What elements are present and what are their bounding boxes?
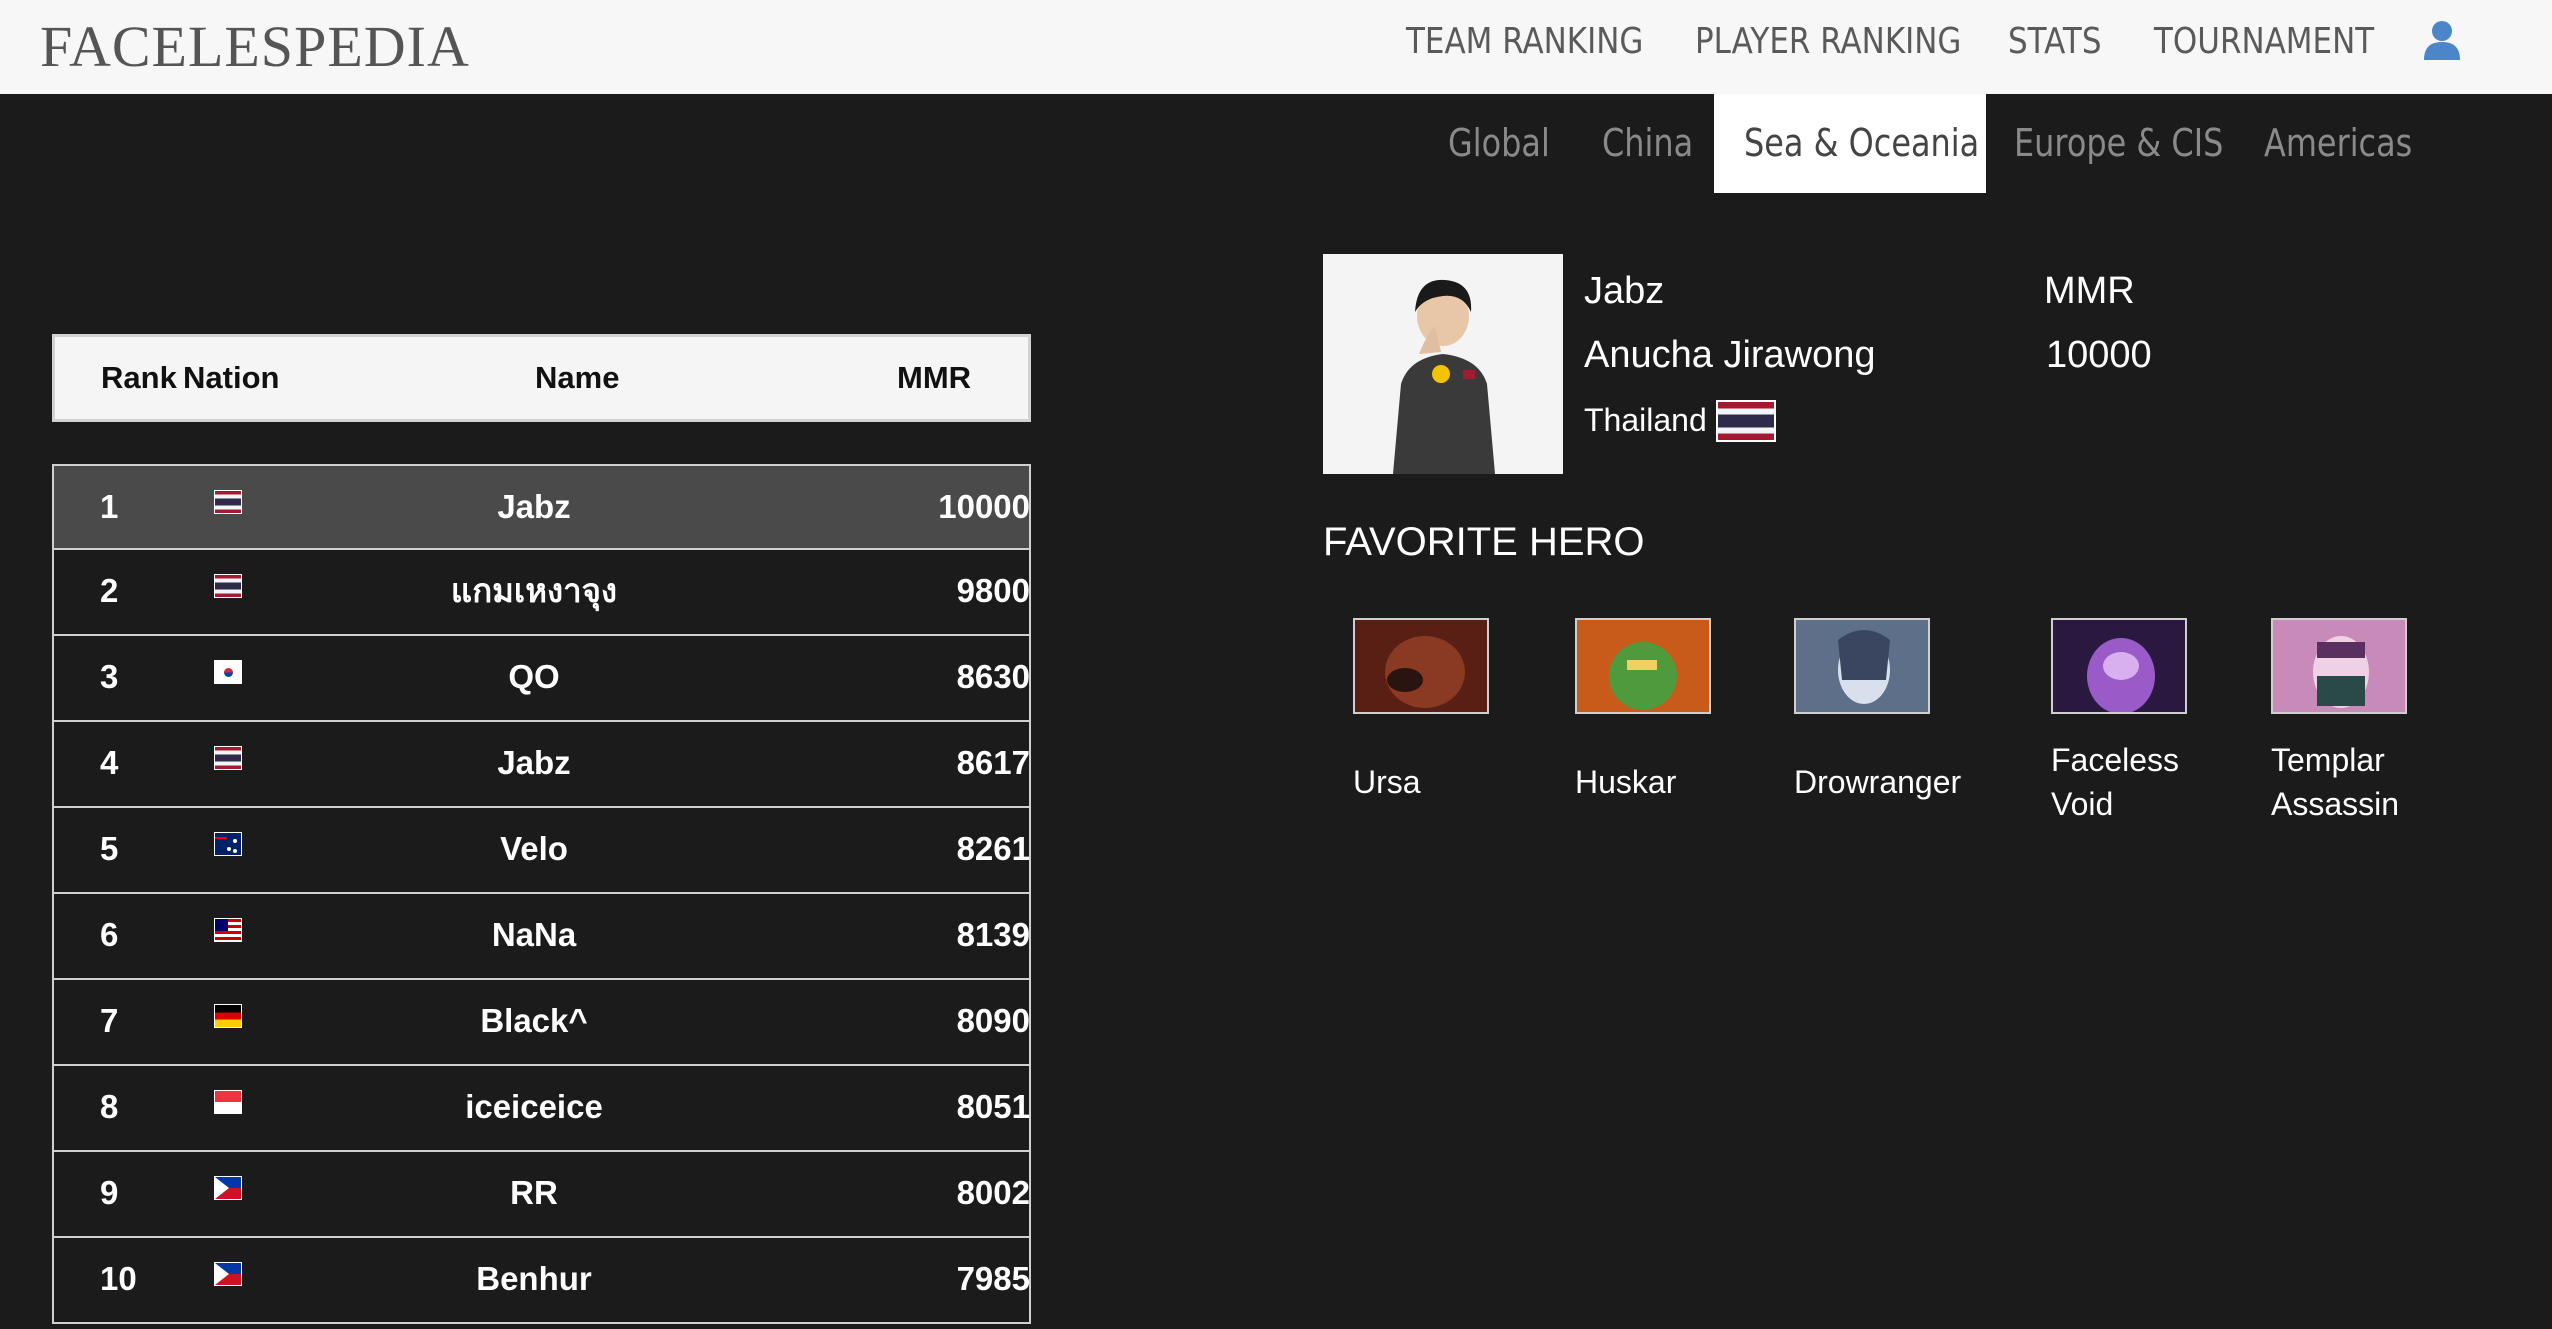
table-row[interactable]: 2 แกมเหงาจุง 9800 — [52, 550, 1031, 636]
rank-cell: 6 — [100, 916, 119, 953]
flag-icon — [214, 746, 242, 770]
flag-icon — [214, 490, 242, 514]
nation-cell — [214, 1262, 242, 1286]
hero-ursa-portrait[interactable] — [1353, 618, 1489, 714]
nation-cell — [214, 660, 242, 684]
player-name-cell[interactable]: iceiceice — [354, 1066, 714, 1148]
table-row[interactable]: 5 Velo 8261 — [52, 808, 1031, 894]
flag-icon — [214, 1176, 242, 1200]
rank-cell: 7 — [100, 1002, 119, 1039]
table-row[interactable]: 7 Black^ 8090 — [52, 980, 1031, 1066]
table-row[interactable]: 1 Jabz 10000 — [52, 464, 1031, 550]
player-name-cell[interactable]: NaNa — [354, 894, 714, 976]
player-name-cell[interactable]: Black^ — [354, 980, 714, 1062]
nav-tournament[interactable]: TOURNAMENT — [2154, 18, 2374, 66]
table-row[interactable]: 6 NaNa 8139 — [52, 894, 1031, 980]
site-logo[interactable]: FACELESPEDIA — [40, 12, 470, 82]
flag-icon — [214, 660, 242, 684]
header-nation[interactable]: Nation — [183, 337, 279, 419]
top-navbar: FACELESPEDIA TEAM RANKING PLAYER RANKING… — [0, 0, 2552, 94]
rank-cell: 8 — [100, 1088, 119, 1125]
table-row[interactable]: 9 RR 8002 — [52, 1152, 1031, 1238]
player-name-cell[interactable]: Benhur — [354, 1238, 714, 1320]
hero-name-faceless-void: Faceless Void — [2051, 742, 2180, 822]
hero-huskar-portrait[interactable] — [1575, 618, 1711, 714]
mmr-cell: 8139 — [956, 916, 1030, 953]
header-mmr[interactable]: MMR — [897, 337, 971, 419]
tab-americas[interactable]: Americas — [2248, 94, 2457, 193]
nation-cell — [214, 1090, 242, 1114]
table-row[interactable]: 10 Benhur 7985 — [52, 1238, 1031, 1324]
rank-cell: 4 — [100, 744, 119, 781]
rank-cell: 3 — [100, 658, 119, 695]
flag-icon — [214, 918, 242, 942]
rank-cell: 9 — [100, 1174, 119, 1211]
nation-cell — [214, 746, 242, 770]
hero-name-templar-assassin: Templar Assassin — [2271, 742, 2400, 822]
nav-team-ranking[interactable]: TEAM RANKING — [1406, 18, 1643, 66]
hero-drowranger-portrait[interactable] — [1794, 618, 1930, 714]
table-row[interactable]: 8 iceiceice 8051 — [52, 1066, 1031, 1152]
player-full-name: Anucha Jirawong — [1584, 334, 1876, 376]
tab-china[interactable]: China — [1588, 94, 1725, 193]
favorite-hero-title: FAVORITE HERO — [1323, 520, 1645, 564]
player-name-cell[interactable]: Jabz — [354, 466, 714, 548]
rank-cell: 10 — [100, 1260, 137, 1297]
ranking-table-body: 1 Jabz 10000 2 แกมเหงาจุง 9800 3 QO 8630 4 Jabz 861… — [52, 464, 1031, 1324]
player-nickname: Jabz — [1584, 270, 1665, 312]
player-mmr-label: MMR — [2044, 270, 2135, 312]
player-name-cell[interactable]: RR — [354, 1152, 714, 1234]
mmr-cell: 8630 — [956, 658, 1030, 695]
flag-icon — [214, 832, 242, 856]
rank-cell: 1 — [100, 488, 119, 525]
rank-cell: 5 — [100, 830, 119, 867]
ranking-table-header: Rank Nation Name MMR — [52, 334, 1031, 422]
hero-name-ursa: Ursa — [1353, 764, 1421, 800]
player-name-cell[interactable]: Jabz — [354, 722, 714, 804]
flag-icon — [214, 574, 242, 598]
nation-cell — [214, 574, 242, 598]
player-name-cell[interactable]: Velo — [354, 808, 714, 890]
tab-global[interactable]: Global — [1430, 94, 1587, 193]
mmr-cell: 10000 — [938, 488, 1030, 525]
nation-cell — [214, 832, 242, 856]
rank-cell: 2 — [100, 572, 119, 609]
flag-icon — [214, 1262, 242, 1286]
flag-icon — [214, 1004, 242, 1028]
player-mmr-value: 10000 — [2046, 334, 2152, 376]
player-name-cell[interactable]: แกมเหงาจุง — [354, 550, 714, 632]
mmr-cell: 7985 — [956, 1260, 1030, 1297]
mmr-cell: 8051 — [956, 1088, 1030, 1125]
player-country: Thailand — [1584, 402, 1707, 438]
table-row[interactable]: 4 Jabz 8617 — [52, 722, 1031, 808]
nation-cell — [214, 1004, 242, 1028]
nav-stats[interactable]: STATS — [2008, 18, 2102, 66]
nation-cell — [214, 1176, 242, 1200]
nation-cell — [214, 918, 242, 942]
player-photo — [1323, 254, 1563, 474]
mmr-cell: 8261 — [956, 830, 1030, 867]
header-rank[interactable]: Rank — [101, 337, 177, 419]
tab-sea-oceania[interactable]: Sea & Oceania — [1714, 94, 1986, 193]
mmr-cell: 8002 — [956, 1174, 1030, 1211]
mmr-cell: 8090 — [956, 1002, 1030, 1039]
hero-name-huskar: Huskar — [1575, 764, 1677, 800]
user-icon[interactable] — [2422, 18, 2462, 62]
tab-europe-cis[interactable]: Europe & CIS — [1998, 94, 2279, 193]
hero-faceless-void-portrait[interactable] — [2051, 618, 2187, 714]
table-row[interactable]: 3 QO 8630 — [52, 636, 1031, 722]
nation-cell — [214, 490, 242, 514]
nav-player-ranking[interactable]: PLAYER RANKING — [1695, 18, 1961, 66]
mmr-cell: 9800 — [956, 572, 1030, 609]
thailand-flag-icon — [1716, 400, 1776, 442]
flag-icon — [214, 1090, 242, 1114]
mmr-cell: 8617 — [956, 744, 1030, 781]
hero-name-drowranger: Drowranger — [1794, 764, 1962, 800]
header-name[interactable]: Name — [535, 337, 619, 419]
hero-templar-assassin-portrait[interactable] — [2271, 618, 2407, 714]
player-name-cell[interactable]: QO — [354, 636, 714, 718]
